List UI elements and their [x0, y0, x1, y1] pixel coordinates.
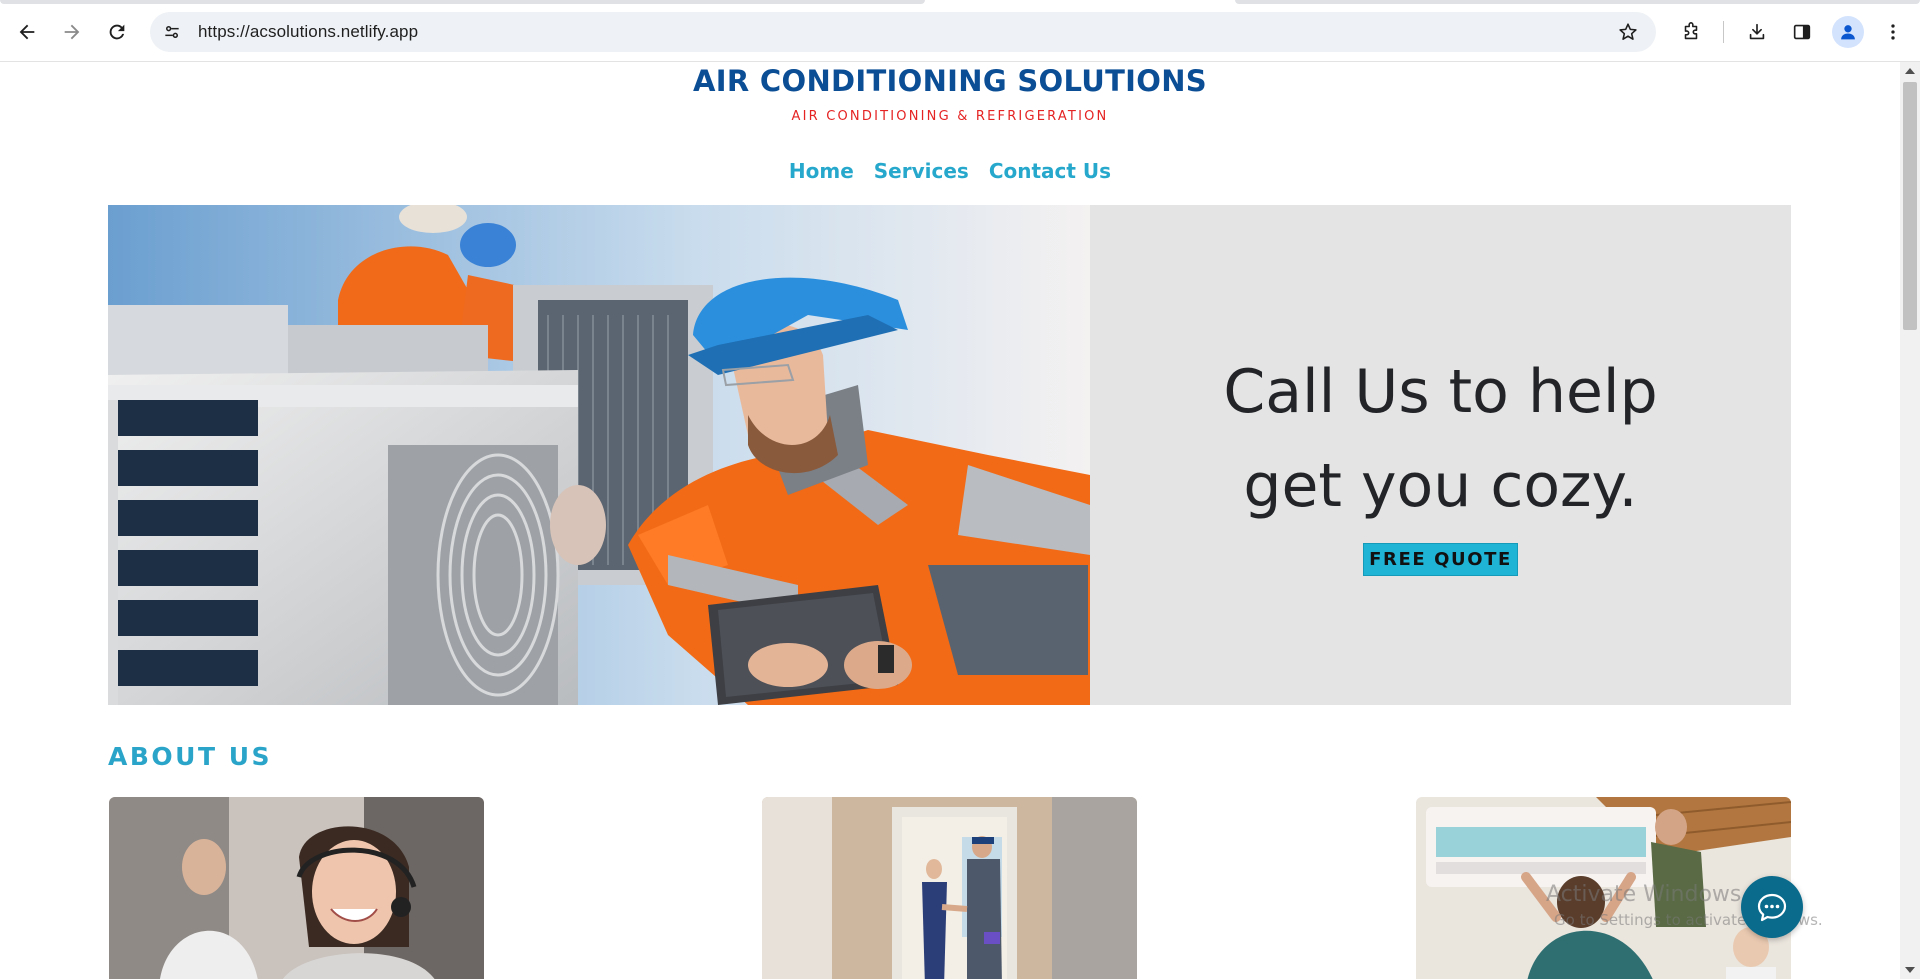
profile-button[interactable]: [1832, 16, 1864, 48]
back-icon: [19, 24, 35, 40]
nav-link-contact[interactable]: Contact Us: [989, 159, 1111, 183]
side-panel-icon: [1793, 24, 1811, 40]
site-info-button[interactable]: [154, 14, 190, 50]
menu-button[interactable]: [1875, 14, 1911, 50]
extensions-icon: [1684, 22, 1698, 40]
hero-heading-line2: get you cozy.: [1243, 451, 1638, 521]
hero-cta-panel: Call Us to help get you cozy. FREE QUOTE: [1090, 205, 1791, 705]
scroll-up-arrow-icon[interactable]: [1905, 68, 1915, 74]
forward-button[interactable]: [54, 14, 90, 50]
about-card-visit[interactable]: [762, 797, 1137, 979]
profile-icon: [1841, 25, 1855, 40]
back-button[interactable]: [9, 14, 45, 50]
extensions-button[interactable]: [1673, 14, 1709, 50]
hero-image: [108, 205, 1090, 705]
reload-button[interactable]: [99, 14, 135, 50]
scroll-down-arrow-icon[interactable]: [1905, 967, 1915, 973]
toolbar-divider: [1723, 21, 1724, 43]
url-text[interactable]: https://acsolutions.netlify.app: [198, 22, 418, 42]
downloads-button[interactable]: [1739, 14, 1775, 50]
support-agent-image: [109, 797, 484, 979]
chat-widget-button[interactable]: [1741, 876, 1803, 938]
tab-strip-edge: [0, 0, 1920, 4]
main-nav: Home Services Contact Us: [0, 159, 1900, 183]
nav-link-home[interactable]: Home: [789, 159, 854, 183]
bookmark-button[interactable]: [1610, 14, 1646, 50]
about-us-heading: ABOUT US: [108, 742, 273, 771]
about-card-support[interactable]: [109, 797, 484, 979]
page-scrollbar[interactable]: [1900, 62, 1920, 979]
free-quote-button[interactable]: FREE QUOTE: [1363, 543, 1518, 576]
download-icon: [1749, 23, 1765, 40]
site-info-icon: [165, 25, 179, 38]
reload-icon: [109, 24, 125, 40]
star-icon: [1619, 23, 1637, 40]
hero-heading: Call Us to help get you cozy.: [1090, 345, 1791, 533]
menu-icon: [1891, 24, 1895, 40]
site-title[interactable]: AIR CONDITIONING SOLUTIONS: [0, 64, 1900, 98]
site-subtitle: AIR CONDITIONING & REFRIGERATION: [791, 109, 1109, 124]
hero-heading-line1: Call Us to help: [1223, 357, 1658, 427]
chat-bubble-icon: [1757, 893, 1787, 922]
address-bar[interactable]: https://acsolutions.netlify.app: [150, 12, 1656, 52]
browser-toolbar: https://acsolutions.netlify.app: [0, 0, 1920, 62]
side-panel-button[interactable]: [1784, 14, 1820, 50]
scrollbar-thumb[interactable]: [1903, 82, 1917, 330]
nav-link-services[interactable]: Services: [874, 159, 969, 183]
technician-visit-image: [762, 797, 1137, 979]
forward-icon: [64, 24, 80, 40]
page-viewport: AIR CONDITIONING SOLUTIONS AIR CONDITION…: [0, 62, 1900, 979]
hero-section: Call Us to help get you cozy. FREE QUOTE: [108, 205, 1791, 705]
